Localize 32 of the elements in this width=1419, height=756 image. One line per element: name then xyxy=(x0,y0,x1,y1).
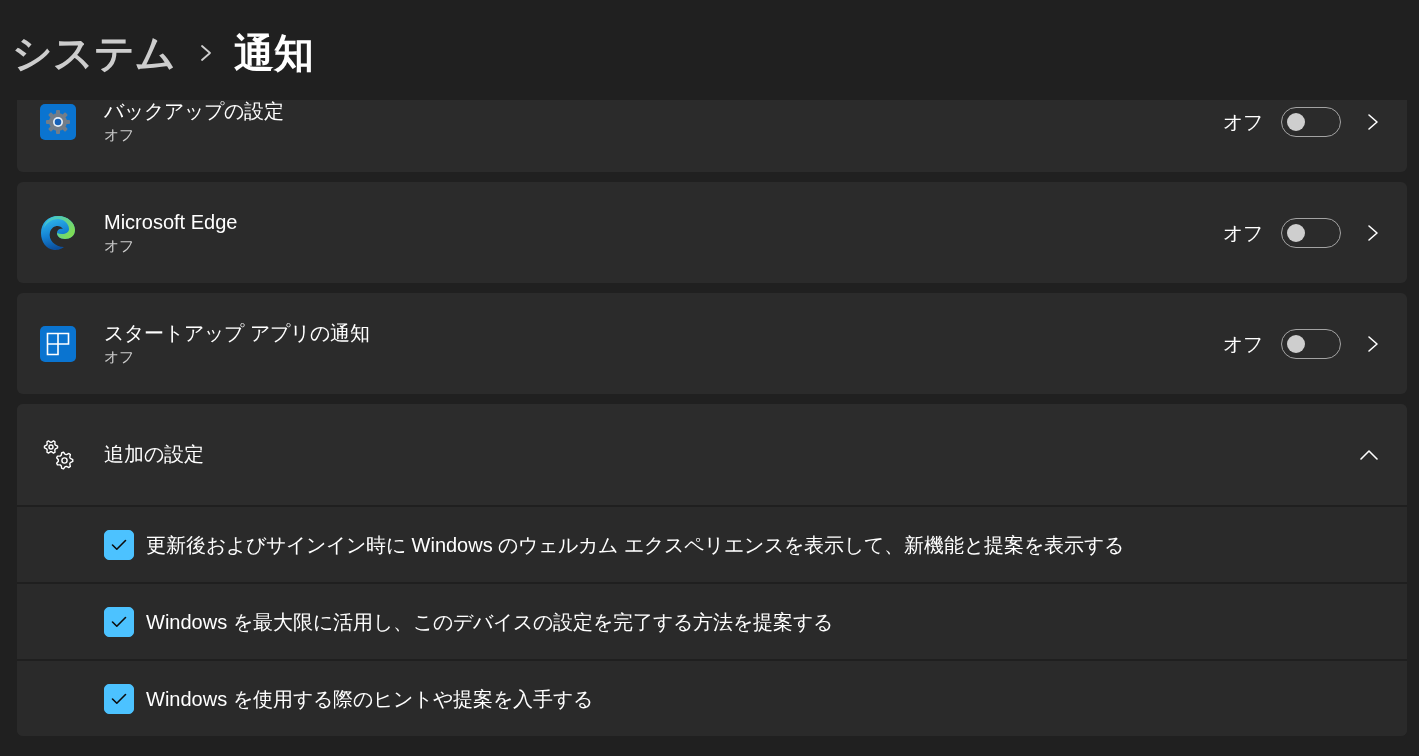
notification-card[interactable]: スタートアップ アプリの通知 オフ オフ xyxy=(17,293,1407,394)
chevron-right-icon xyxy=(1367,112,1379,131)
toggle-state-label: オフ xyxy=(1223,331,1263,357)
app-name: スタートアップ アプリの通知 xyxy=(104,320,370,346)
page-title: 通知 xyxy=(234,30,314,77)
breadcrumb-link[interactable]: システム xyxy=(12,28,176,78)
checkbox-label: Windows を最大限に活用し、このデバイスの設定を完了する方法を提案する xyxy=(146,609,833,635)
checkbox-label: Windows を使用する際のヒントや提案を入手する xyxy=(146,686,593,712)
swirl-icon xyxy=(40,214,76,251)
checkmark-icon xyxy=(111,615,127,628)
app-name: バックアップの設定 xyxy=(104,100,284,124)
status-text: オフ xyxy=(104,346,134,367)
toggle-state-label: オフ xyxy=(1223,220,1263,246)
checkbox[interactable] xyxy=(104,683,134,714)
checkmark-icon xyxy=(111,692,127,705)
status-text: オフ xyxy=(104,235,134,256)
chevron-right-icon xyxy=(200,44,212,62)
checkbox-label: 更新後およびサインイン時に Windows のウェルカム エクスペリエンスを表示して、新機能と提案を表示する xyxy=(146,532,1124,558)
checkbox[interactable] xyxy=(104,529,134,560)
checkmark-icon xyxy=(111,538,127,551)
gears-icon xyxy=(43,439,74,470)
notification-card[interactable]: Microsoft Edge オフ オフ xyxy=(17,182,1407,283)
chevron-right-icon xyxy=(1367,334,1379,353)
chevron-right-icon xyxy=(1367,223,1379,242)
grid-tile-icon xyxy=(40,325,76,362)
chevron-up-icon xyxy=(1360,449,1378,460)
gear-icon xyxy=(40,103,76,140)
toggle-state-label: オフ xyxy=(1223,109,1263,135)
status-text: オフ xyxy=(104,124,134,145)
checkbox[interactable] xyxy=(104,606,134,637)
app-name: Microsoft Edge xyxy=(104,209,238,235)
notification-card[interactable]: バックアップの設定 オフ オフ xyxy=(17,100,1407,172)
